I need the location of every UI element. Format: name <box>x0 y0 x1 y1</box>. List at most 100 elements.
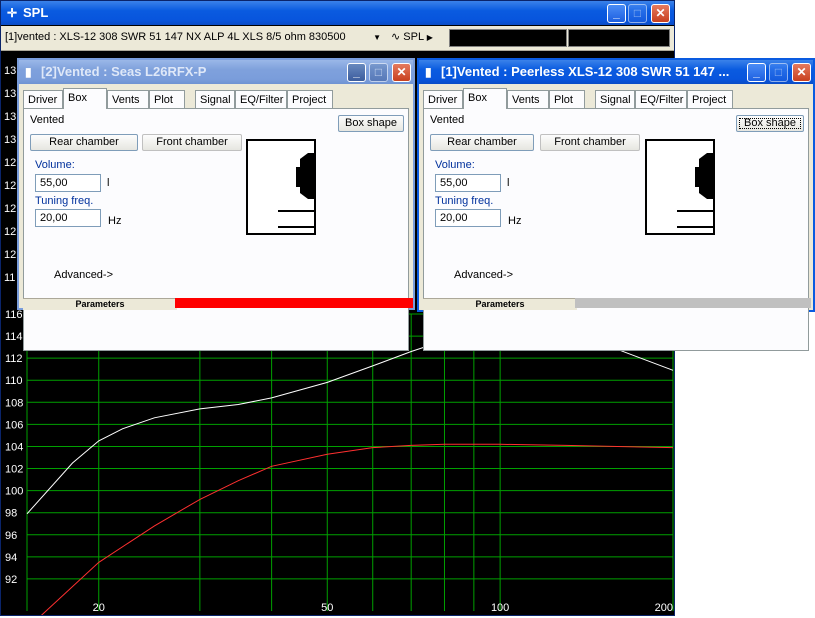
y-tick-label-hidden: 12 <box>4 226 17 238</box>
driver-icon <box>699 153 713 199</box>
minimize-button[interactable]: _ <box>607 4 626 23</box>
status-progress-bar <box>175 298 413 308</box>
chevron-right-icon: ▶ <box>426 33 433 42</box>
y-tick-label: 112 <box>5 353 23 365</box>
volume-input[interactable]: 55,00 <box>35 174 101 192</box>
y-tick-label: 94 <box>5 552 17 564</box>
driver-icon <box>300 153 314 199</box>
close-button[interactable]: ✕ <box>392 63 411 82</box>
tuning-freq-unit: Hz <box>108 215 122 227</box>
y-tick-label-hidden: 12 <box>4 180 17 192</box>
front-chamber-tab[interactable]: Front chamber <box>540 134 640 151</box>
tab-vents[interactable]: Vents <box>107 90 149 108</box>
parameters-status: Parameters <box>23 298 177 310</box>
spl-title-bar[interactable]: ✛ SPL _ □ ✕ <box>1 1 674 25</box>
tab-plot[interactable]: Plot <box>549 90 585 108</box>
tuning-freq-label: Tuning freq. <box>35 195 94 207</box>
y-tick-label: 108 <box>5 397 23 409</box>
crosshair-icon: ✛ <box>7 6 18 20</box>
tab-eq-filter[interactable]: EQ/Filter <box>235 90 287 108</box>
spl-toolbar: [1]vented : XLS-12 308 SWR 51 147 NX ALP… <box>1 26 674 51</box>
box-type-label: Vented <box>430 114 465 126</box>
y-tick-label-hidden: 13 <box>4 111 17 123</box>
vented-box-diagram <box>677 153 713 228</box>
close-button[interactable]: ✕ <box>792 63 811 82</box>
box-preview <box>246 139 316 235</box>
box-type-label: Vented <box>30 114 65 126</box>
tuning-freq-unit: Hz <box>508 215 522 227</box>
info-box-2 <box>568 29 670 47</box>
y-tick-label: 110 <box>5 375 23 387</box>
y-tick-label-hidden: 13 <box>4 134 17 146</box>
maximize-button[interactable]: □ <box>769 63 788 82</box>
box-preview <box>645 139 715 235</box>
y-tick-label: 98 <box>5 508 17 520</box>
y-tick-label-hidden: 12 <box>4 203 17 215</box>
y-tick-label-hidden: 13 <box>4 65 17 77</box>
y-tick-label: 100 <box>5 486 23 498</box>
tuning-freq-input[interactable]: 20,00 <box>35 209 101 227</box>
chevron-down-icon[interactable]: ▼ <box>373 28 381 47</box>
y-tick-label: 104 <box>5 441 23 453</box>
wave-icon: ∿ <box>391 31 401 43</box>
project-selector[interactable]: [1]vented : XLS-12 308 SWR 51 147 NX ALP… <box>5 28 385 47</box>
tab-project[interactable]: Project <box>687 90 733 108</box>
rear-chamber-tab[interactable]: Rear chamber <box>430 134 534 151</box>
tab-box[interactable]: Box <box>463 88 507 109</box>
tab-eq-filter[interactable]: EQ/Filter <box>635 90 687 108</box>
y-tick-label: 92 <box>5 574 17 586</box>
spl-menu-label: SPL <box>403 31 424 43</box>
project-selector-value: [1]vented : XLS-12 308 SWR 51 147 NX ALP… <box>5 31 346 43</box>
tab-signal[interactable]: Signal <box>595 90 635 108</box>
tab-driver[interactable]: Driver <box>423 90 463 108</box>
info-box-1 <box>449 29 567 47</box>
rear-chamber-tab[interactable]: Rear chamber <box>30 134 138 151</box>
speaker-icon: ▮ <box>25 65 32 79</box>
tuning-freq-input[interactable]: 20,00 <box>435 209 501 227</box>
minimize-button[interactable]: _ <box>347 63 366 82</box>
tab-project[interactable]: Project <box>287 90 333 108</box>
speaker-icon: ▮ <box>425 65 432 79</box>
volume-label: Volume: <box>35 159 75 171</box>
close-button[interactable]: ✕ <box>651 4 670 23</box>
seas-title: [2]Vented : Seas L26RFX-P <box>41 64 207 79</box>
peerless-title-bar[interactable]: ▮ [1]Vented : Peerless XLS-12 308 SWR 51… <box>419 60 813 84</box>
minimize-button[interactable]: _ <box>747 63 766 82</box>
y-tick-label-hidden: 11 <box>4 272 16 284</box>
maximize-button[interactable]: □ <box>628 4 647 23</box>
tab-signal[interactable]: Signal <box>195 90 235 108</box>
spl-title: SPL <box>23 5 49 20</box>
box-shape-button[interactable]: Box shape <box>736 115 804 132</box>
seas-box-window: ▮ [2]Vented : Seas L26RFX-P _ □ ✕ Driver… <box>17 58 415 351</box>
seas-title-bar[interactable]: ▮ [2]Vented : Seas L26RFX-P _ □ ✕ <box>19 60 413 84</box>
driver-magnet <box>695 167 701 187</box>
tuning-freq-label: Tuning freq. <box>435 195 494 207</box>
series-line-2 <box>37 443 674 618</box>
front-chamber-tab[interactable]: Front chamber <box>142 134 242 151</box>
y-tick-label: 116 <box>5 309 23 321</box>
peerless-title: [1]Vented : Peerless XLS-12 308 SWR 51 1… <box>441 64 730 79</box>
spl-graph-menu[interactable]: ∿ SPL ▶ <box>391 28 446 47</box>
y-tick-label: 96 <box>5 530 17 542</box>
tab-vents[interactable]: Vents <box>507 90 549 108</box>
tab-driver[interactable]: Driver <box>23 90 63 108</box>
maximize-button[interactable]: □ <box>369 63 388 82</box>
volume-input[interactable]: 55,00 <box>435 174 501 192</box>
y-tick-label: 102 <box>5 464 23 476</box>
advanced-link[interactable]: Advanced-> <box>54 269 113 281</box>
y-tick-label: 114 <box>5 331 23 343</box>
box-shape-button[interactable]: Box shape <box>338 115 404 132</box>
y-tick-label-hidden: 12 <box>4 157 17 169</box>
y-tick-label: 106 <box>5 419 23 431</box>
box-panel: Vented Box shape Rear chamber Front cham… <box>423 108 809 351</box>
tab-plot[interactable]: Plot <box>149 90 185 108</box>
x-tick-label: 20 <box>93 602 105 614</box>
tab-box[interactable]: Box <box>63 88 107 109</box>
vented-box-diagram <box>278 153 314 228</box>
y-tick-label-hidden: 12 <box>4 249 17 261</box>
driver-magnet <box>296 167 302 187</box>
parameters-status: Parameters <box>423 298 577 310</box>
y-tick-label-hidden: 13 <box>4 88 17 100</box>
status-progress-bar <box>575 298 811 308</box>
advanced-link[interactable]: Advanced-> <box>454 269 513 281</box>
